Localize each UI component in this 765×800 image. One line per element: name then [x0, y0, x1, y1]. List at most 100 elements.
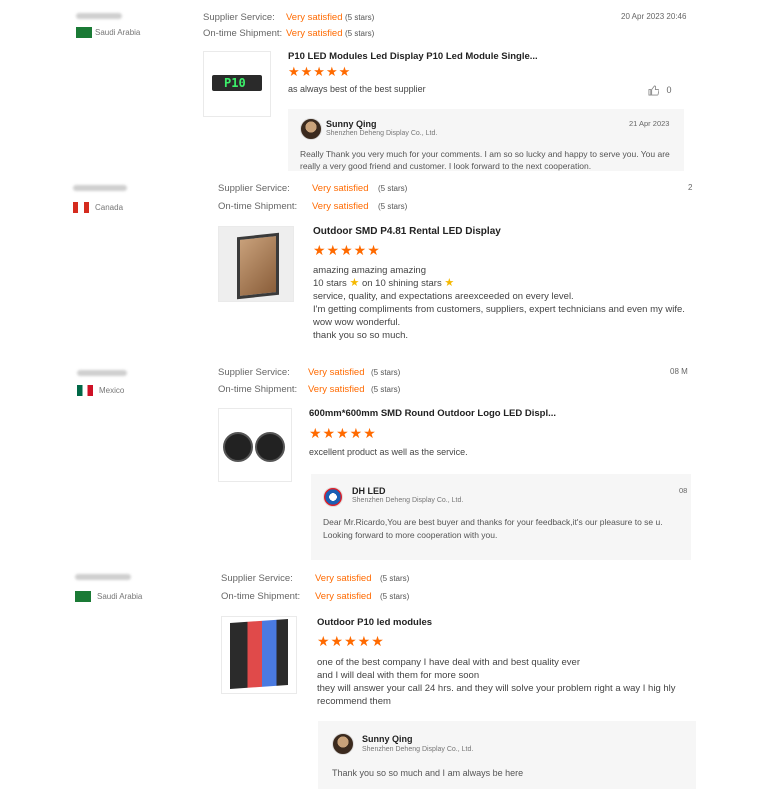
flag-saudi-arabia-icon: [75, 591, 91, 602]
star-icon: ★: [444, 277, 455, 289]
rental-led-cabinet-image: [237, 232, 279, 300]
ontime-shipment-label: On-time Shipment:: [203, 28, 283, 39]
rating-stars: ★★★★★: [317, 633, 385, 649]
star-icon: ★: [349, 277, 360, 289]
supplier-service-stars: (5 stars): [380, 574, 410, 583]
ontime-shipment-stars: (5 stars): [345, 29, 375, 38]
review-line: as always best of the best supplier: [288, 84, 426, 94]
flag-saudi-arabia-icon: [76, 27, 92, 38]
seller-name: Sunny Qing: [362, 734, 413, 744]
round-display-image-left: [223, 432, 253, 462]
product-thumbnail[interactable]: [221, 616, 297, 694]
ontime-shipment-stars: (5 stars): [380, 592, 410, 601]
supplier-service-label: Supplier Service:: [203, 12, 275, 23]
review-line: they will answer your call 24 hrs. and t…: [317, 683, 676, 707]
ontime-shipment-label: On-time Shipment:: [218, 384, 298, 395]
review-date: 08 M: [670, 367, 688, 376]
flag-mexico-icon: [77, 385, 93, 396]
review-line-stars: 10 stars ★ on 10 shining stars ★: [313, 277, 455, 289]
like-button[interactable]: 0: [648, 85, 672, 96]
seller-reply: Sunny Qing Shenzhen Deheng Display Co., …: [318, 721, 696, 789]
seller-company: Shenzhen Deheng Display Co., Ltd.: [326, 130, 438, 137]
ontime-shipment-value: Very satisfied: [286, 28, 343, 39]
product-title[interactable]: Outdoor SMD P4.81 Rental LED Display: [313, 226, 501, 237]
ontime-shipment-value: Very satisfied: [315, 591, 372, 602]
product-thumbnail[interactable]: [218, 226, 294, 302]
reply-text: Really Thank you very much for your comm…: [300, 149, 670, 171]
seller-reply: Sunny Qing Shenzhen Deheng Display Co., …: [288, 109, 684, 171]
ontime-shipment-label: On-time Shipment:: [221, 591, 301, 602]
review-4: Saudi Arabia Supplier Service: Very sati…: [0, 566, 765, 800]
supplier-service-label: Supplier Service:: [221, 573, 293, 584]
product-title[interactable]: 600mm*600mm SMD Round Outdoor Logo LED D…: [309, 408, 556, 419]
review-line: wow wow wonderful.: [313, 317, 401, 328]
supplier-service-label: Supplier Service:: [218, 367, 290, 378]
ontime-shipment-value: Very satisfied: [312, 201, 369, 212]
reviewer-country: Mexico: [99, 386, 125, 395]
review-line: I'm getting compliments from customers, …: [313, 304, 685, 315]
thumbs-up-icon: [648, 85, 660, 96]
reviewer-name-blurred: [77, 370, 127, 376]
p10-image-text: P10: [224, 76, 246, 90]
review-line: amazing amazing amazing: [313, 265, 427, 276]
seller-company: Shenzhen Deheng Display Co., Ltd.: [362, 746, 474, 753]
reviewer-name-blurred: [73, 185, 127, 191]
reply-text: Thank you so so much and I am always be …: [332, 768, 524, 778]
review-line: and I will deal with them for more soon: [317, 670, 480, 681]
reply-text: Dear Mr.Ricardo,You are best buyer and t…: [323, 516, 691, 541]
review-1: Saudi Arabia Supplier Service: Very sati…: [0, 0, 765, 175]
review-text: one of the best company I have deal with…: [317, 656, 687, 708]
supplier-service-value: Very satisfied: [312, 183, 369, 194]
product-thumbnail[interactable]: [218, 408, 292, 482]
review-text: amazing amazing amazing 10 stars ★ on 10…: [313, 264, 689, 342]
p10-module-image: P10: [212, 75, 262, 91]
review-line: excellent product as well as the service…: [309, 447, 468, 457]
supplier-service-stars: (5 stars): [345, 13, 375, 22]
review-line: service, quality, and expectations areex…: [313, 291, 574, 302]
reply-line: Dear Mr.Ricardo,You are best buyer and t…: [323, 517, 663, 527]
review-line: thank you so so much.: [313, 330, 409, 341]
product-title[interactable]: P10 LED Modules Led Display P10 Led Modu…: [288, 51, 538, 62]
supplier-service-label: Supplier Service:: [218, 183, 290, 194]
reply-date: 21 Apr 2023: [629, 119, 670, 128]
round-display-image-right: [255, 432, 285, 462]
ontime-shipment-stars: (5 stars): [371, 385, 401, 394]
seller-name: Sunny Qing: [326, 119, 377, 129]
ontime-shipment-stars: (5 stars): [378, 202, 408, 211]
reviewer-country: Canada: [95, 203, 124, 212]
review-3: Mexico Supplier Service: Very satisfied …: [0, 362, 765, 562]
rating-stars: ★★★★★: [288, 64, 352, 79]
supplier-service-stars: (5 stars): [378, 184, 408, 193]
review-date: 2: [688, 183, 693, 192]
reply-line: Looking forward to more cooperation with…: [323, 530, 498, 540]
p10-modules-image: [230, 618, 288, 690]
reply-date: 08: [679, 486, 688, 495]
seller-avatar: [332, 733, 354, 755]
seller-logo: [323, 487, 343, 507]
review-line: one of the best company I have deal with…: [317, 657, 580, 668]
reviewer-name-blurred: [75, 574, 131, 580]
ontime-shipment-label: On-time Shipment:: [218, 201, 298, 212]
review-text: excellent product as well as the service…: [309, 446, 689, 459]
review-text: as always best of the best supplier: [288, 83, 668, 96]
seller-company: Shenzhen Deheng Display Co., Ltd.: [352, 497, 464, 504]
reviewer-name-blurred: [76, 13, 122, 19]
like-count: 0: [666, 85, 672, 95]
seller-reply: DH LED Shenzhen Deheng Display Co., Ltd.…: [311, 474, 691, 560]
supplier-service-stars: (5 stars): [371, 368, 401, 377]
rating-stars: ★★★★★: [313, 242, 381, 258]
seller-name: DH LED: [352, 486, 386, 496]
review-2: Canada Supplier Service: Very satisfied …: [0, 178, 765, 358]
review-date: 20 Apr 2023 20:46: [621, 12, 687, 21]
reviewer-country: Saudi Arabia: [95, 28, 141, 37]
seller-avatar: [300, 118, 322, 140]
ontime-shipment-value: Very satisfied: [308, 384, 365, 395]
reviewer-country: Saudi Arabia: [97, 592, 143, 601]
product-thumbnail[interactable]: P10: [203, 51, 271, 117]
rating-stars: ★★★★★: [309, 425, 377, 441]
supplier-service-value: Very satisfied: [315, 573, 372, 584]
supplier-service-value: Very satisfied: [286, 12, 343, 23]
product-title[interactable]: Outdoor P10 led modules: [317, 617, 432, 628]
flag-canada-icon: [73, 202, 89, 213]
supplier-service-value: Very satisfied: [308, 367, 365, 378]
